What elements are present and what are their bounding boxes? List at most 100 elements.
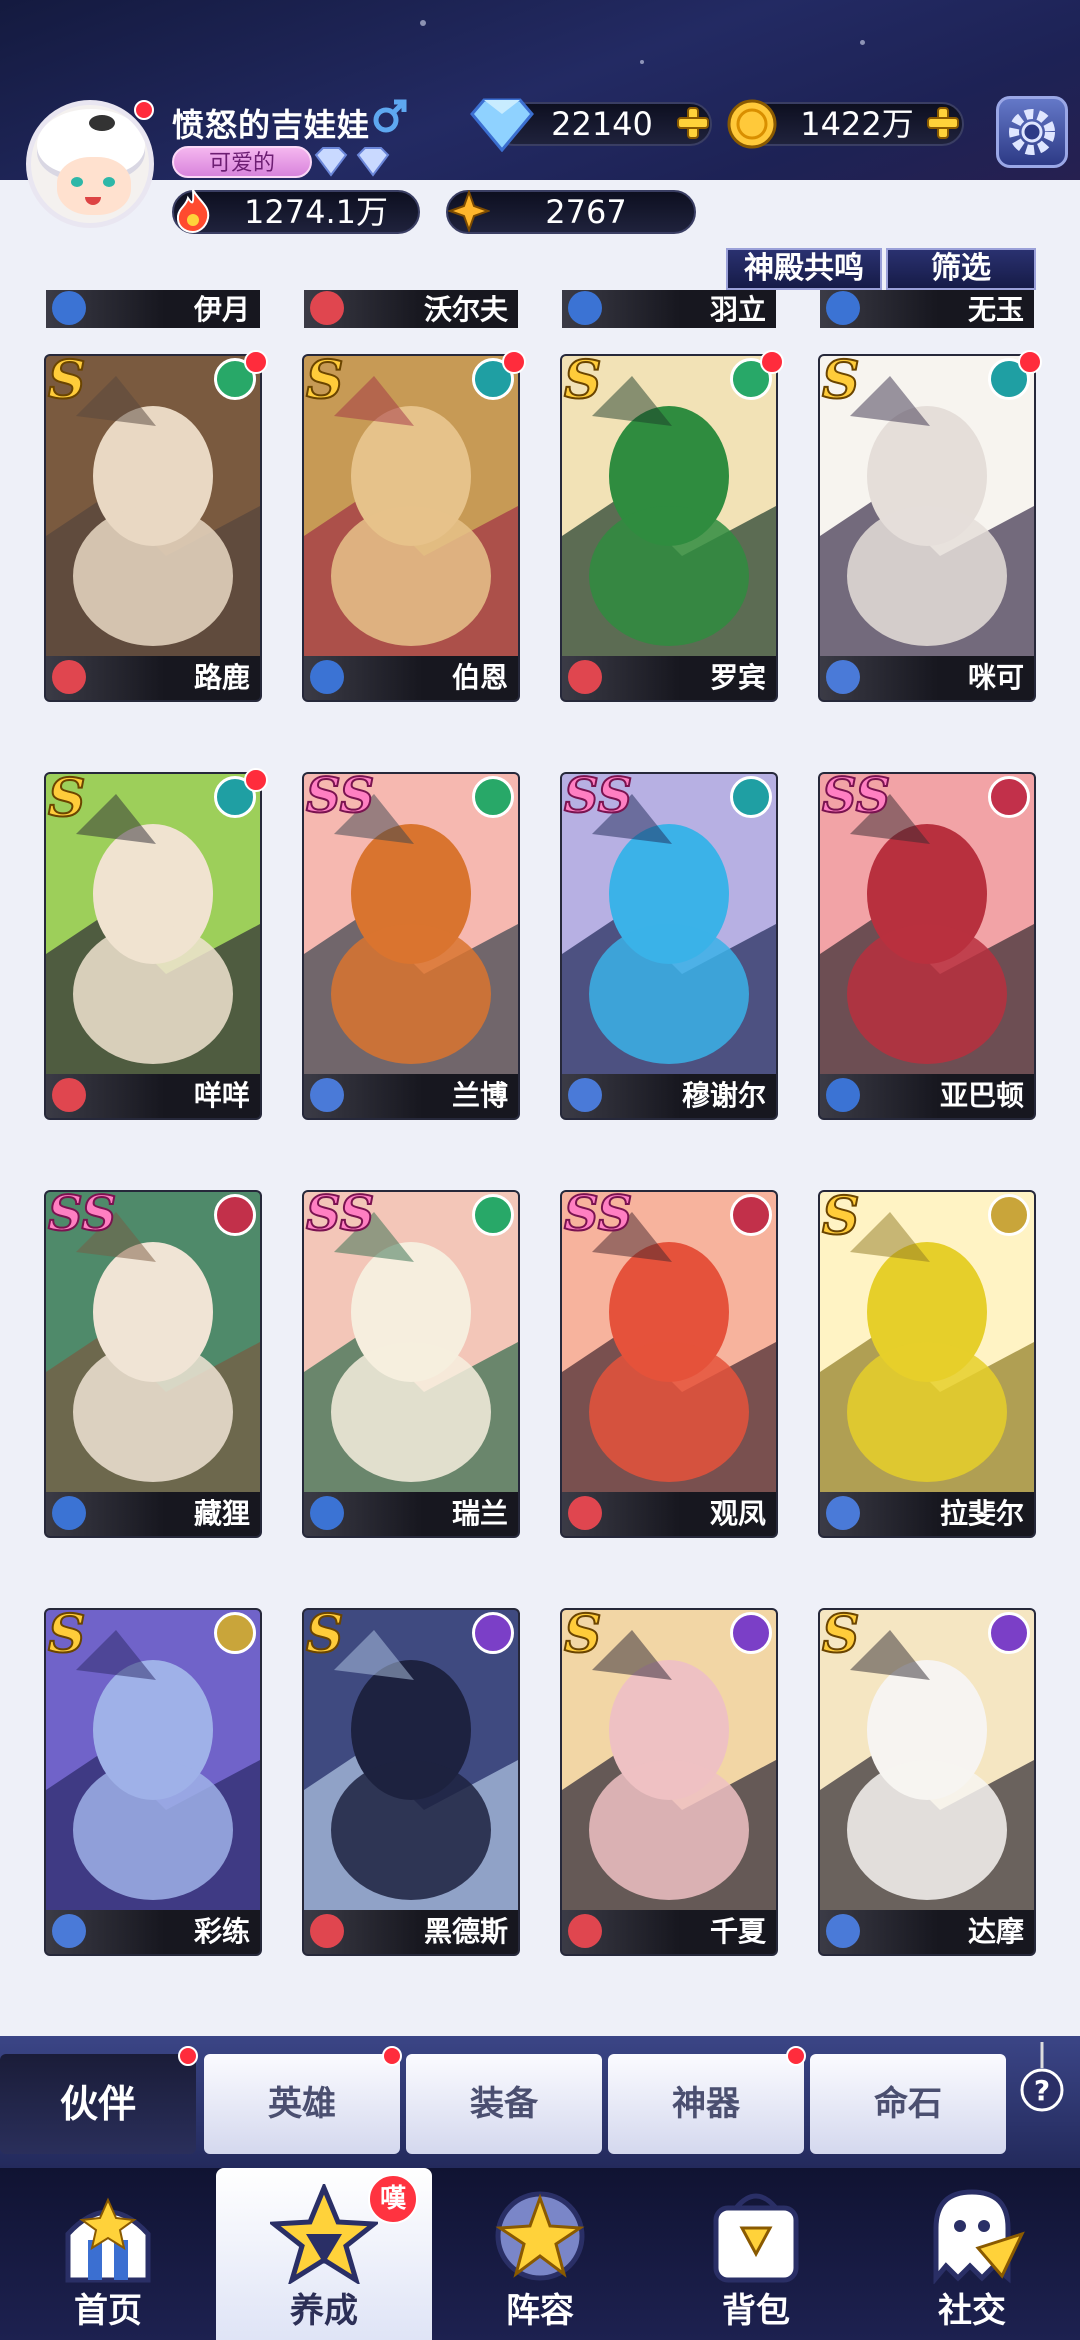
- class-icon: [568, 291, 602, 325]
- class-icon: [826, 660, 860, 694]
- hero-card[interactable]: SS★★观凤: [562, 1192, 776, 1536]
- hero-nameplate: 达摩: [820, 1910, 1034, 1954]
- hero-card[interactable]: S★★★★★达摩: [820, 1610, 1034, 1954]
- subtab-fate-stone[interactable]: 命石: [810, 2054, 1006, 2154]
- temple-resonance-button[interactable]: 神殿共鸣: [726, 248, 882, 290]
- hero-card[interactable]: S★★★★罗宾: [562, 356, 776, 700]
- player-title-badge[interactable]: 可爱的: [172, 146, 312, 178]
- hero-card-partial[interactable]: 羽立: [562, 290, 776, 328]
- rank-badge: SS: [305, 774, 375, 825]
- sparkle-decoration: [860, 40, 865, 45]
- hero-name: 沃尔夫: [423, 293, 508, 326]
- faction-emblem-icon: [988, 1194, 1030, 1236]
- player-name: 愤怒的吉娃娃: [172, 106, 371, 144]
- rank-badge: SS: [47, 1192, 117, 1243]
- hero-name: 伯恩: [451, 661, 508, 694]
- hero-name: 观凤: [709, 1497, 766, 1530]
- hero-name: 羽立: [709, 293, 766, 326]
- class-icon: [52, 291, 86, 325]
- hero-card[interactable]: SS★★穆谢尔: [562, 774, 776, 1118]
- rank-badge: S: [305, 356, 345, 412]
- formation-star-icon: [495, 2191, 585, 2281]
- nav-item-temple[interactable]: 首页: [0, 2168, 216, 2340]
- rank-badge: S: [563, 1610, 603, 1666]
- hero-card[interactable]: SS★★★藏狸: [46, 1192, 260, 1536]
- gold-value: 1422万: [800, 105, 914, 143]
- tab-notification-dot: [786, 2046, 806, 2066]
- hero-nameplate: 伯恩: [304, 656, 518, 700]
- hero-card-partial[interactable]: 伊月: [46, 290, 260, 328]
- nav-item-star-upgrade[interactable]: 养成 嘆: [216, 2168, 432, 2340]
- subtab-partner[interactable]: 伙伴: [0, 2054, 196, 2154]
- hero-nameplate: 观凤: [562, 1492, 776, 1536]
- svg-text:?: ?: [1034, 2074, 1050, 2107]
- hero-name: 咪可: [967, 661, 1024, 694]
- hero-card[interactable]: SS★★瑞兰: [304, 1192, 518, 1536]
- diamond-rank-icon: [356, 147, 390, 177]
- add-diamond-plus-icon[interactable]: [676, 106, 710, 140]
- diamond-rank-icon: [314, 147, 348, 177]
- class-icon: [52, 1914, 86, 1948]
- hero-nameplate: 藏狸: [46, 1492, 260, 1536]
- hero-name: 黑德斯: [423, 1915, 508, 1948]
- hero-card[interactable]: SS★★★亚巴顿: [820, 774, 1034, 1118]
- hero-card[interactable]: S★★★★★千夏: [562, 1610, 776, 1954]
- bag-icon: [713, 2193, 799, 2283]
- avatar-notification-dot: [134, 100, 154, 120]
- nav-label: 首页: [74, 2291, 142, 2331]
- hero-card[interactable]: S★★★★★彩练: [46, 1610, 260, 1954]
- hero-card[interactable]: S★★★★咪可: [820, 356, 1034, 700]
- nav-item-bag[interactable]: 背包: [648, 2168, 864, 2340]
- compass-star-icon: [448, 190, 490, 232]
- class-icon: [826, 291, 860, 325]
- hero-card[interactable]: S★★★★★黑德斯: [304, 1610, 518, 1954]
- filter-button[interactable]: 筛选: [886, 248, 1036, 290]
- settings-gear-icon[interactable]: [996, 96, 1068, 168]
- temple-icon: [65, 2197, 151, 2283]
- rank-badge: SS: [821, 774, 891, 825]
- rank-badge: S: [305, 1610, 345, 1666]
- hero-card[interactable]: S★★★★路鹿: [46, 356, 260, 700]
- sparkle-decoration: [640, 60, 644, 64]
- subtab-hero[interactable]: 英雄: [204, 2054, 400, 2154]
- hero-nameplate: 彩练: [46, 1910, 260, 1954]
- tab-notification-dot: [178, 2046, 198, 2066]
- hero-name: 达摩: [967, 1915, 1024, 1948]
- hero-nameplate: 瑞兰: [304, 1492, 518, 1536]
- hero-card-partial[interactable]: 沃尔夫: [304, 290, 518, 328]
- hero-card[interactable]: SS★★★★兰博: [304, 774, 518, 1118]
- nav-item-ghost-chat[interactable]: 社交: [864, 2168, 1080, 2340]
- hero-name: 彩练: [193, 1915, 250, 1948]
- hero-card-partial[interactable]: 无玉: [820, 290, 1034, 328]
- hero-card[interactable]: S★★★★★拉斐尔: [820, 1192, 1034, 1536]
- hero-nameplate: 罗宾: [562, 656, 776, 700]
- power-value: 1274.1万: [244, 193, 388, 231]
- faction-emblem-icon: [472, 1612, 514, 1654]
- class-icon: [310, 1914, 344, 1948]
- hero-card[interactable]: S★★★咩咩: [46, 774, 260, 1118]
- faction-emblem-icon: [472, 1194, 514, 1236]
- hero-name: 罗宾: [709, 661, 766, 694]
- subtab-equipment[interactable]: 装备: [406, 2054, 602, 2154]
- class-icon: [52, 1078, 86, 1112]
- class-icon: [52, 660, 86, 694]
- male-symbol-icon: [373, 99, 407, 133]
- faction-emblem-icon: [988, 776, 1030, 818]
- hero-name: 伊月: [193, 293, 250, 326]
- hero-name: 穆谢尔: [681, 1079, 766, 1112]
- hero-card[interactable]: S★★★★伯恩: [304, 356, 518, 700]
- subtab-artifact[interactable]: 神器: [608, 2054, 804, 2154]
- hero-nameplate: 拉斐尔: [820, 1492, 1034, 1536]
- class-icon: [310, 1078, 344, 1112]
- add-gold-plus-icon[interactable]: [926, 106, 960, 140]
- star-upgrade-icon: [270, 2184, 378, 2284]
- hero-nameplate: 路鹿: [46, 656, 260, 700]
- nav-label: 养成: [290, 2291, 358, 2331]
- diamond-value: 22140: [551, 105, 653, 143]
- nav-item-formation-star[interactable]: 阵容: [432, 2168, 648, 2340]
- nav-label: 背包: [722, 2291, 790, 2331]
- player-avatar[interactable]: [26, 100, 154, 228]
- help-question-icon[interactable]: ?: [1016, 2040, 1068, 2126]
- rank-badge: S: [47, 774, 87, 830]
- faction-emblem-icon: [730, 1194, 772, 1236]
